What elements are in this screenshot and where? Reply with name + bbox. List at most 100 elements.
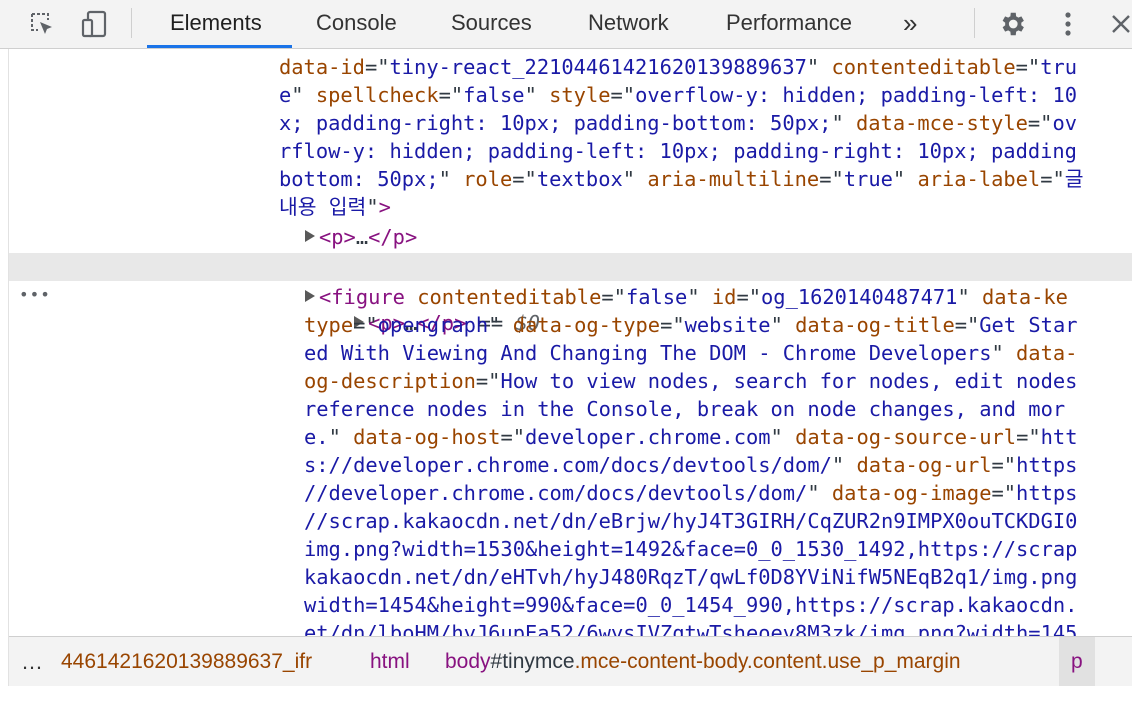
punctuation: " bbox=[366, 195, 379, 219]
punctuation: =" bbox=[1040, 167, 1065, 191]
tab-console[interactable]: Console bbox=[316, 0, 397, 48]
attribute-value: e. bbox=[304, 425, 329, 449]
punctuation: " bbox=[438, 167, 464, 191]
breadcrumb-more[interactable]: … bbox=[21, 637, 43, 686]
tab-sources[interactable]: Sources bbox=[451, 0, 532, 48]
attribute-value: ov bbox=[1052, 111, 1077, 135]
dom-tree-panel[interactable]: data-id="tiny-react_22104461421620139889… bbox=[9, 49, 1132, 636]
left-gutter bbox=[0, 0, 9, 702]
attribute-name: data-og-url bbox=[856, 453, 992, 477]
dom-line: rflow-y: hidden; padding-left: 10px; pad… bbox=[9, 137, 1132, 165]
attribute-value: 내용 입력 bbox=[279, 195, 367, 219]
attribute-value: bottom: 50px; bbox=[279, 167, 439, 191]
punctuation: =" bbox=[1015, 55, 1041, 79]
attribute-value: //scrap.kakaocdn.net/dn/eBrjw/hyJ4T3GIRH… bbox=[304, 509, 1078, 533]
dom-line: et/dn/lboHM/hyJ6upEa52/6wysIVZqtwTsheoev… bbox=[9, 619, 1132, 636]
tag-token: > bbox=[378, 195, 391, 219]
attribute-value: ed With Viewing And Changing The DOM - C… bbox=[304, 341, 992, 365]
attribute-value: How to view nodes, search for nodes, edi… bbox=[500, 369, 1078, 393]
punctuation: =" bbox=[736, 285, 762, 309]
tab-elements[interactable]: Elements bbox=[170, 0, 262, 48]
punctuation: =" bbox=[364, 55, 390, 79]
tag-token: <p> bbox=[319, 225, 356, 249]
device-toggle-icon[interactable] bbox=[76, 0, 114, 48]
breadcrumb-body[interactable]: body#tinymce.mce-content-body.content.us… bbox=[445, 637, 961, 686]
more-tabs-button[interactable]: » bbox=[903, 0, 917, 48]
punctuation: =" bbox=[660, 313, 685, 337]
expand-triangle-icon[interactable] bbox=[305, 230, 315, 242]
active-tab-indicator bbox=[147, 45, 292, 48]
more-vertical-icon[interactable] bbox=[1056, 0, 1080, 48]
dom-node-p-selected[interactable]: ••• <p>…</p> == $0 bbox=[9, 253, 1132, 335]
punctuation: " bbox=[892, 167, 918, 191]
attribute-name: type bbox=[304, 313, 354, 337]
tag-token: </p> bbox=[368, 225, 418, 249]
attribute-value: https bbox=[1016, 481, 1078, 505]
dom-node-figure[interactable]: <figure contenteditable="false" id="og_1… bbox=[9, 283, 1132, 311]
attribute-name: data-og-type bbox=[512, 313, 661, 337]
punctuation: " bbox=[488, 313, 513, 337]
close-icon[interactable] bbox=[1110, 0, 1132, 48]
tab-network[interactable]: Network bbox=[588, 0, 669, 48]
attribute-value: img.png?width=1530&height=1492&face=0_0_… bbox=[304, 537, 1078, 561]
attribute-value: rflow-y: hidden; padding-left: 10px; pad… bbox=[279, 139, 1077, 163]
attribute-value: tru bbox=[1040, 55, 1078, 79]
attribute-name: data-og-source-url bbox=[795, 425, 1017, 449]
punctuation: " bbox=[770, 313, 796, 337]
attribute-name: aria-multiline bbox=[647, 167, 820, 191]
punctuation: =" bbox=[512, 167, 537, 191]
breadcrumb-body-tag: body bbox=[445, 650, 491, 673]
dom-line: bottom: 50px;" role="textbox" aria-multi… bbox=[9, 165, 1132, 193]
punctuation: " bbox=[622, 167, 648, 191]
dom-line: reference nodes in the Console, break on… bbox=[9, 395, 1132, 423]
dom-line: s://developer.chrome.com/docs/devtools/d… bbox=[9, 451, 1132, 479]
attribute-name: data-og-host bbox=[353, 425, 501, 449]
attribute-name: spellcheck bbox=[315, 83, 439, 107]
attribute-value: reference nodes in the Console, break on… bbox=[304, 397, 1066, 421]
punctuation: =" bbox=[353, 313, 378, 337]
tab-performance[interactable]: Performance bbox=[726, 0, 852, 48]
dom-line: x; padding-right: 10px; padding-bottom: … bbox=[9, 109, 1132, 137]
tag-token: <figure bbox=[319, 285, 418, 309]
punctuation: " bbox=[807, 481, 832, 505]
punctuation: =" bbox=[500, 425, 526, 449]
punctuation: " bbox=[831, 453, 857, 477]
attribute-value: false bbox=[625, 285, 688, 309]
attribute-value: //developer.chrome.com/docs/devtools/dom… bbox=[304, 481, 808, 505]
attribute-name: contenteditable bbox=[417, 285, 602, 309]
dom-line: type="opengraph" data-og-type="website" … bbox=[9, 311, 1132, 339]
dom-node-p-collapsed[interactable]: <p>…</p> bbox=[9, 223, 1132, 251]
gear-icon[interactable] bbox=[995, 0, 1029, 48]
attribute-value: developer.chrome.com bbox=[525, 425, 771, 449]
attribute-value: tiny-react_22104461421620139889637 bbox=[389, 55, 807, 79]
inspect-element-icon[interactable] bbox=[22, 0, 62, 48]
punctuation: =" bbox=[991, 453, 1017, 477]
dom-line: img.png?width=1530&height=1492&face=0_0_… bbox=[9, 535, 1132, 563]
attribute-name: data-og-image bbox=[831, 481, 992, 505]
punctuation: =" bbox=[819, 167, 844, 191]
attribute-name: data- bbox=[1016, 341, 1078, 365]
dom-line: e." data-og-host="developer.chrome.com" … bbox=[9, 423, 1132, 451]
breadcrumb-iframe[interactable]: 446142162013988963​7_ifr bbox=[61, 637, 312, 686]
breadcrumb: … 446142162013988963​7_ifr html body#tin… bbox=[9, 636, 1132, 687]
punctuation: " bbox=[687, 285, 712, 309]
breadcrumb-html[interactable]: html bbox=[370, 637, 410, 686]
punctuation: =" bbox=[1016, 425, 1041, 449]
devtools-toolbar: Elements Console Sources Network Perform… bbox=[0, 0, 1132, 49]
toolbar-divider bbox=[131, 8, 132, 38]
punctuation: " bbox=[957, 285, 982, 309]
punctuation: =" bbox=[1027, 111, 1053, 135]
punctuation: =" bbox=[991, 481, 1017, 505]
punctuation: " bbox=[770, 425, 796, 449]
expand-triangle-icon[interactable] bbox=[305, 290, 315, 302]
attribute-value: Get Star bbox=[979, 313, 1078, 337]
breadcrumb-p[interactable]: p bbox=[1059, 637, 1095, 686]
attribute-name: og-description bbox=[304, 369, 476, 393]
attribute-name: data-og-title bbox=[795, 313, 955, 337]
attribute-value: website bbox=[684, 313, 771, 337]
attribute-value: width=1454&height=990&face=0_0_1454_990,… bbox=[304, 593, 1078, 617]
attribute-value: textbox bbox=[536, 167, 623, 191]
attribute-value: kakaocdn.net/dn/eHTvh/hyJ480RqzT/qwLf0D8… bbox=[304, 565, 1078, 589]
attribute-value: htt bbox=[1040, 425, 1078, 449]
bottom-strip bbox=[0, 686, 1132, 702]
